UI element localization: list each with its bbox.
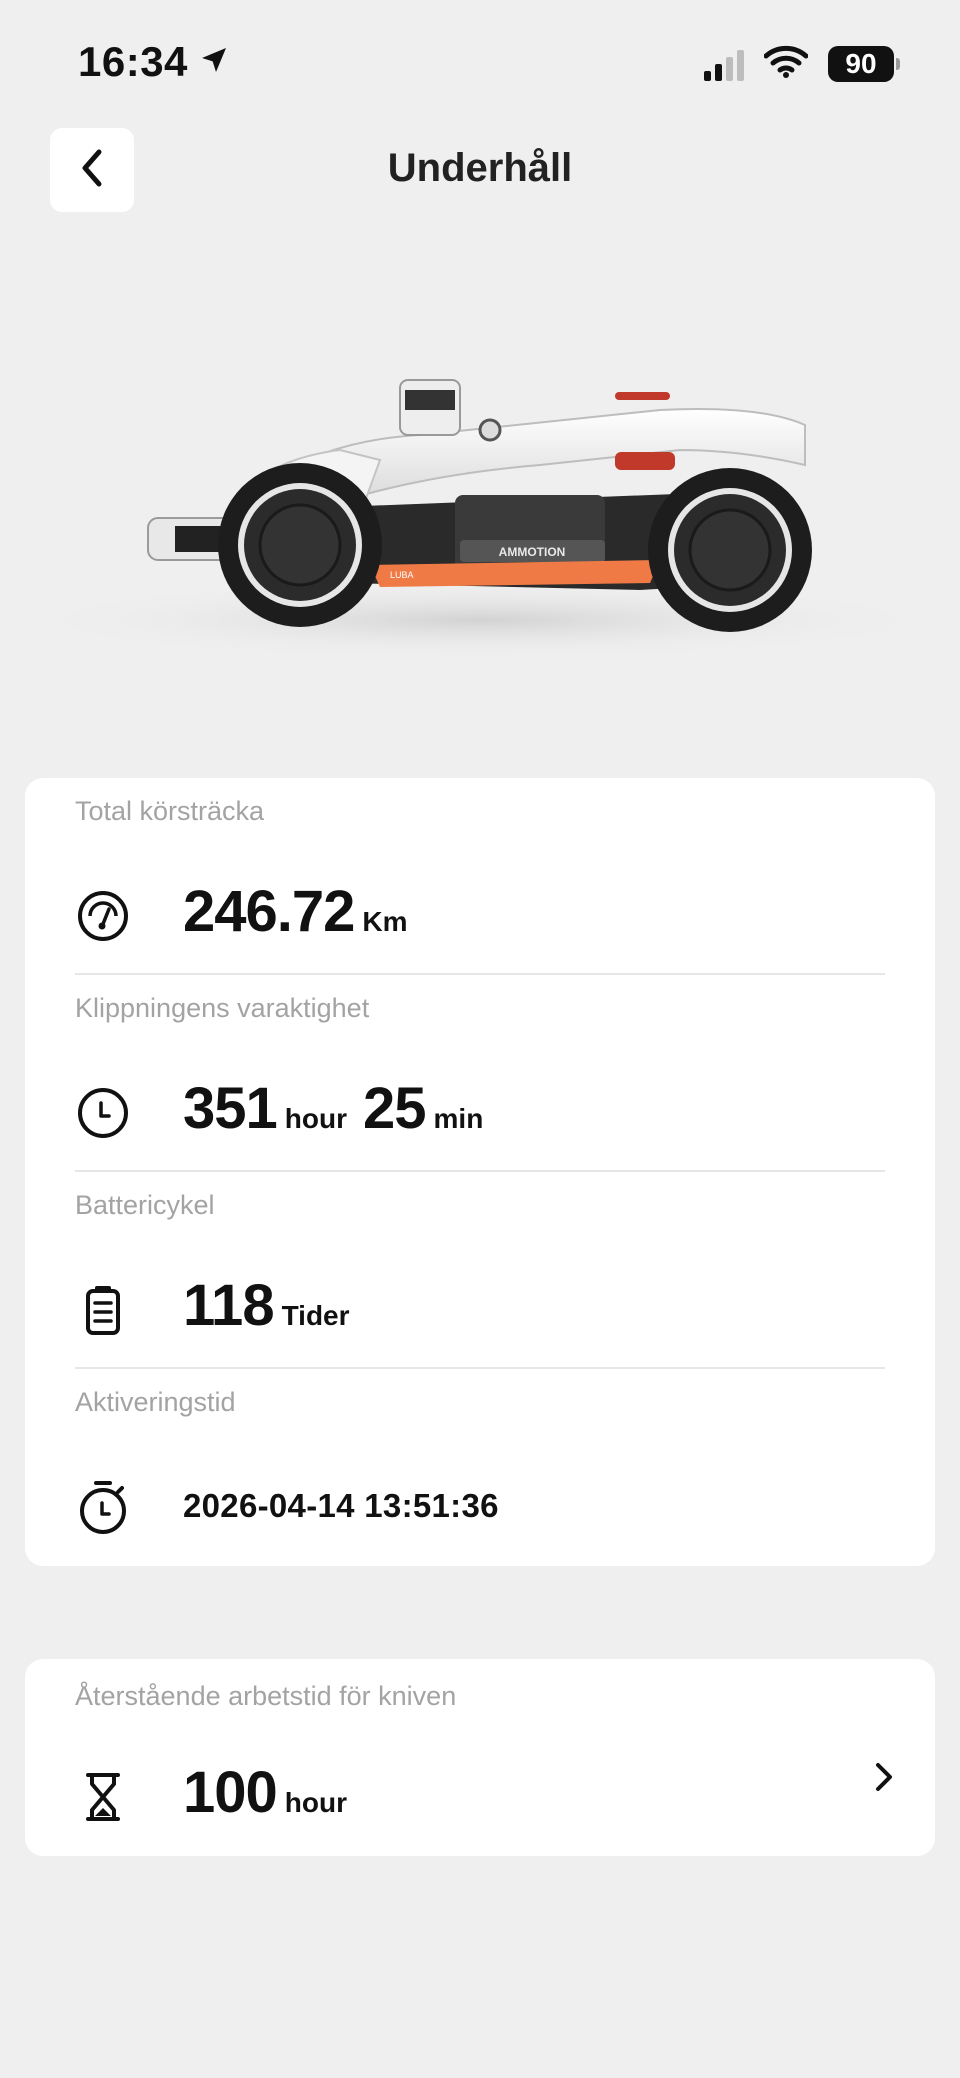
page-title: Underhåll <box>387 146 573 190</box>
stat-distance-label: Total körsträcka <box>75 796 265 826</box>
status-bar: 16:34 90 <box>0 0 960 120</box>
status-time-group: 16:34 <box>78 38 230 86</box>
header: Underhåll <box>0 128 960 212</box>
stat-blade-label: Återstående arbetstid för kniven <box>75 1681 457 1711</box>
battery-cycles-unit: Tider <box>281 1300 350 1331</box>
stat-blade-value: 100 hour <box>183 1759 363 1826</box>
robot-mower-image: AMMOTION LUBA <box>0 300 960 700</box>
stat-activation-value: 2026-04-14 13:51:36 <box>183 1487 499 1525</box>
divider <box>75 1170 885 1172</box>
battery-level: 90 <box>828 45 894 82</box>
battery-icon: 90 <box>828 45 900 82</box>
brand-label: AMMOTION <box>499 545 566 559</box>
distance-number: 246.72 <box>183 879 355 944</box>
clock-icon <box>75 1085 131 1141</box>
duration-hours: 351 <box>183 1076 278 1141</box>
stats-card: Total körsträcka 246.72 Km Klippningens … <box>25 778 935 1566</box>
duration-minutes: 25 <box>363 1076 427 1141</box>
activation-datetime: 2026-04-14 13:51:36 <box>183 1487 499 1524</box>
status-time: 16:34 <box>78 38 188 85</box>
duration-minutes-unit: min <box>433 1103 484 1134</box>
stat-battery-cycles-value: 118 Tider <box>183 1272 366 1339</box>
stat-distance-value: 246.72 Km <box>183 878 424 945</box>
battery-cycles-number: 118 <box>183 1273 275 1338</box>
stat-duration-value: 351 hour 25 min <box>183 1075 499 1142</box>
battery-cycle-icon <box>75 1282 131 1338</box>
cellular-signal-icon <box>704 47 744 81</box>
divider <box>75 973 885 975</box>
hourglass-icon <box>75 1769 131 1825</box>
distance-unit: Km <box>362 906 408 937</box>
blade-unit: hour <box>284 1787 347 1818</box>
divider <box>75 1367 885 1369</box>
wifi-icon <box>763 44 809 83</box>
model-label: LUBA <box>390 570 414 580</box>
stat-activation-label: Aktiveringstid <box>75 1387 236 1417</box>
chevron-right-icon[interactable] <box>869 1757 899 1797</box>
duration-hours-unit: hour <box>284 1103 347 1134</box>
blade-hours: 100 <box>183 1760 278 1825</box>
blade-time-card[interactable]: Återstående arbetstid för kniven 100 hou… <box>25 1659 935 1856</box>
stat-duration-label: Klippningens varaktighet <box>75 993 370 1023</box>
status-indicators: 90 <box>704 44 900 83</box>
speedometer-icon <box>75 888 131 944</box>
stat-battery-cycles-label: Battericykel <box>75 1190 215 1220</box>
stopwatch-icon <box>75 1479 131 1535</box>
location-arrow-icon <box>198 38 230 86</box>
